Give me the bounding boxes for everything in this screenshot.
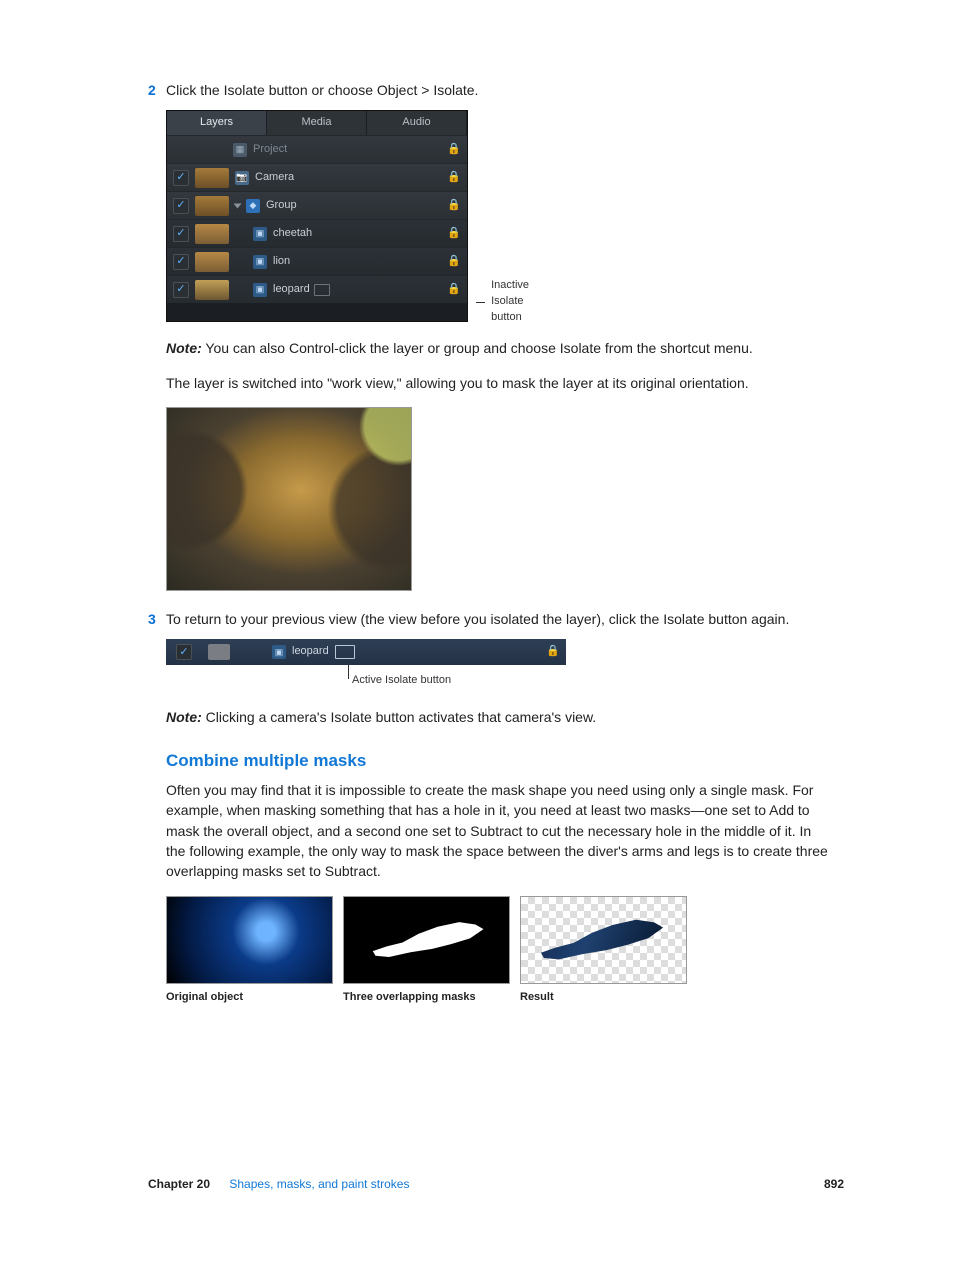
note-control-click: Note: You can also Control-click the lay… <box>166 338 836 358</box>
lock-icon: 🔒 <box>546 644 560 660</box>
layer-icon <box>272 645 286 659</box>
caption: Three overlapping masks <box>343 990 508 1006</box>
tab-media[interactable]: Media <box>267 111 367 135</box>
callout-inactive-isolate: Inactive Isolate button <box>476 278 540 326</box>
chapter-title[interactable]: Shapes, masks, and paint strokes <box>229 1177 409 1191</box>
isolate-button-active[interactable] <box>335 645 355 659</box>
example-original: Original object <box>166 896 331 1006</box>
visibility-checkbox[interactable] <box>173 282 189 298</box>
caption: Original object <box>166 990 331 1006</box>
visibility-checkbox[interactable] <box>173 226 189 242</box>
row-leopard[interactable]: leopard 🔒 <box>167 275 467 303</box>
lock-icon: 🔒 <box>447 142 461 158</box>
caption: Result <box>520 990 685 1006</box>
example-masks: Three overlapping masks <box>343 896 508 1006</box>
lock-icon: 🔒 <box>447 226 461 242</box>
leopard-row-figure: leopard 🔒 Active Isolate button <box>166 639 566 693</box>
step-number: 2 <box>148 80 156 100</box>
heading-combine-masks: Combine multiple masks <box>166 749 844 774</box>
visibility-checkbox[interactable] <box>176 644 192 660</box>
step-text: Click the Isolate button or choose Objec… <box>166 82 478 98</box>
tab-audio[interactable]: Audio <box>367 111 467 135</box>
row-label: leopard <box>292 644 329 660</box>
note-label: Note: <box>166 340 202 356</box>
layer-icon <box>253 283 267 297</box>
original-object-image <box>166 896 333 984</box>
layer-icon <box>253 227 267 241</box>
page-number: 892 <box>824 1176 844 1193</box>
note-label: Note: <box>166 709 202 725</box>
row-project[interactable]: Project 🔒 <box>167 135 467 163</box>
row-lion[interactable]: lion 🔒 <box>167 247 467 275</box>
tab-layers[interactable]: Layers <box>167 111 267 135</box>
panel-tabs: Layers Media Audio <box>167 111 467 135</box>
step-3: 3 To return to your previous view (the v… <box>166 609 844 629</box>
leopard-image <box>166 407 412 591</box>
row-label: Group <box>266 198 297 214</box>
row-cheetah[interactable]: cheetah 🔒 <box>167 219 467 247</box>
row-camera[interactable]: Camera 🔒 <box>167 163 467 191</box>
layers-panel: Layers Media Audio Project 🔒 Camera 🔒 <box>166 110 468 322</box>
step-number: 3 <box>148 609 156 629</box>
page-footer: Chapter 20 Shapes, masks, and paint stro… <box>148 1176 844 1193</box>
example-result: Result <box>520 896 685 1006</box>
project-icon <box>233 143 247 157</box>
lock-icon: 🔒 <box>447 170 461 186</box>
mask-examples: Original object Three overlapping masks … <box>166 896 844 1006</box>
callout-active-isolate: Active Isolate button <box>352 673 451 689</box>
chapter-number: Chapter 20 <box>148 1177 210 1191</box>
camera-icon <box>235 171 249 185</box>
row-group[interactable]: Group 🔒 <box>167 191 467 219</box>
isolate-button[interactable] <box>314 284 330 296</box>
result-image <box>520 896 687 984</box>
group-icon <box>246 199 260 213</box>
chevron-down-icon[interactable] <box>234 203 242 208</box>
layer-thumbnail <box>208 644 230 660</box>
lock-icon: 🔒 <box>447 198 461 214</box>
layers-panel-figure: Layers Media Audio Project 🔒 Camera 🔒 <box>166 110 844 322</box>
visibility-checkbox[interactable] <box>173 198 189 214</box>
lock-icon: 🔒 <box>447 254 461 270</box>
step-text: To return to your previous view (the vie… <box>166 611 789 627</box>
para-workview: The layer is switched into "work view," … <box>166 373 844 393</box>
leopard-layer-row[interactable]: leopard 🔒 <box>166 639 566 665</box>
row-label: lion <box>273 254 290 270</box>
layer-icon <box>253 255 267 269</box>
para-combine-masks: Often you may find that it is impossible… <box>166 780 834 881</box>
visibility-checkbox[interactable] <box>173 254 189 270</box>
visibility-checkbox[interactable] <box>173 170 189 186</box>
step-2: 2 Click the Isolate button or choose Obj… <box>166 80 844 100</box>
callout-leader <box>348 665 349 679</box>
row-label: leopard <box>273 282 310 298</box>
three-masks-image <box>343 896 510 984</box>
row-label: Project <box>253 142 287 158</box>
note-camera-isolate: Note: Clicking a camera's Isolate button… <box>166 707 836 727</box>
row-label: cheetah <box>273 226 312 242</box>
row-label: Camera <box>255 170 294 186</box>
lock-icon: 🔒 <box>447 282 461 298</box>
